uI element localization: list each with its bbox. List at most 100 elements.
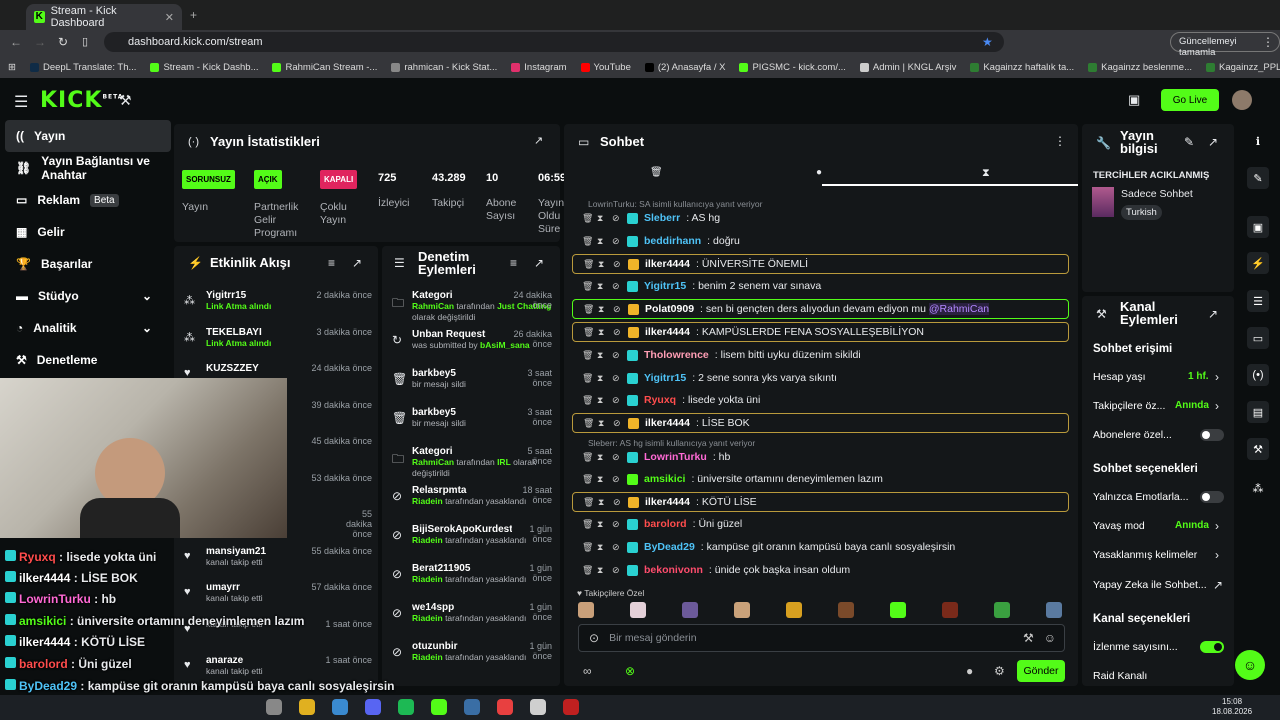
list-icon[interactable]: ☰ bbox=[1247, 290, 1269, 312]
filter-icon[interactable]: ≡ bbox=[328, 256, 335, 270]
avatar[interactable] bbox=[1232, 90, 1252, 110]
ai-chat-label[interactable]: Yapay Zeka ile Sohbet... bbox=[1093, 579, 1207, 591]
delete-icon[interactable]: 🗑 bbox=[582, 542, 593, 552]
emote-icon[interactable] bbox=[734, 602, 750, 618]
taskbar-app-icon[interactable] bbox=[398, 699, 414, 715]
popout-icon[interactable]: ↗ bbox=[1208, 135, 1218, 149]
taskbar-app-icon[interactable] bbox=[365, 699, 381, 715]
edit-icon[interactable]: ✎ bbox=[1184, 135, 1194, 149]
taskbar-app-icon[interactable] bbox=[530, 699, 546, 715]
sidebar-item[interactable]: 🏆 Başarılar bbox=[0, 248, 166, 280]
timeout-icon[interactable]: ⧗ bbox=[597, 281, 606, 291]
storage-icon[interactable]: ▤ bbox=[1247, 401, 1269, 423]
account-age-label[interactable]: Hesap yaşı bbox=[1093, 371, 1146, 383]
ban-icon[interactable]: ⊘ bbox=[612, 281, 621, 291]
bookmark-item[interactable]: (2) Anasayfa / X bbox=[644, 62, 725, 73]
mod-item-title[interactable]: barkbey5 bbox=[412, 368, 512, 379]
chat-icon[interactable]: ▭ bbox=[1247, 327, 1269, 349]
ban-icon[interactable]: ⊘ bbox=[613, 497, 622, 507]
filter-icon[interactable]: ≡ bbox=[510, 256, 517, 270]
menu-icon[interactable]: ⋮ bbox=[1262, 35, 1274, 49]
viewer-count-toggle[interactable] bbox=[1200, 641, 1224, 653]
ban-icon[interactable]: ⊘ bbox=[612, 350, 621, 360]
delete-icon[interactable]: 🗑 bbox=[582, 395, 593, 405]
slow-mode-value[interactable]: Anında bbox=[1175, 520, 1209, 531]
delete-icon[interactable]: 🗑 bbox=[582, 452, 593, 462]
taskbar-app-icon[interactable] bbox=[266, 699, 282, 715]
trash-tab-icon[interactable]: 🗑 bbox=[650, 167, 663, 178]
mod-item-title[interactable]: Unban Request bbox=[412, 329, 512, 340]
ban-icon[interactable]: ⊘ bbox=[612, 452, 621, 462]
chat-username[interactable]: bekonivonn bbox=[644, 564, 703, 576]
mention[interactable]: @RahmiCan bbox=[928, 303, 990, 315]
sidebar-item[interactable]: ⚒ Denetleme bbox=[0, 344, 166, 376]
timeout-icon[interactable]: ⧗ bbox=[598, 304, 607, 314]
lightning-icon[interactable]: ⚡ bbox=[1247, 252, 1269, 274]
delete-icon[interactable]: 🗑 bbox=[582, 213, 593, 223]
popout-icon[interactable]: ↗ bbox=[1208, 307, 1218, 321]
url-input[interactable]: dashboard.kick.com/stream bbox=[104, 32, 1004, 52]
ban-icon[interactable]: ⊘ bbox=[612, 373, 621, 383]
chat-username[interactable]: Yigitrr15 bbox=[644, 280, 686, 292]
sidebar-item[interactable]: ▭ Reklam Beta bbox=[0, 184, 166, 216]
ban-icon[interactable]: ⊘ bbox=[612, 542, 621, 552]
chat-username[interactable]: Tholowrence bbox=[644, 349, 709, 361]
people-icon[interactable]: ⁂ bbox=[1247, 477, 1269, 499]
timeout-icon[interactable]: ⧗ bbox=[598, 418, 607, 428]
sidebar-item[interactable]: ⛓ Yayın Bağlantısı ve Anahtar bbox=[0, 152, 166, 184]
chevron-right-icon[interactable]: › bbox=[1215, 548, 1219, 562]
delete-icon[interactable]: 🗑 bbox=[582, 350, 593, 360]
raid-channel-label[interactable]: Raid Kanalı bbox=[1093, 670, 1147, 682]
chat-username[interactable]: ilker4444 bbox=[645, 417, 690, 429]
chat-menu-icon[interactable]: ⋮ bbox=[1054, 134, 1066, 148]
chevron-down-icon[interactable]: ⌄ bbox=[142, 289, 152, 303]
popout-icon[interactable]: ↗ bbox=[534, 134, 543, 147]
timeout-icon[interactable]: ⧗ bbox=[597, 542, 606, 552]
settings-icon[interactable]: ⚒ bbox=[1023, 631, 1034, 645]
sidebar-item[interactable]: ▦ Gelir bbox=[0, 216, 166, 248]
sidebar-item[interactable]: ◔ Analitik ⌄ bbox=[0, 312, 166, 344]
bookmark-item[interactable]: DeepL Translate: Th... bbox=[29, 62, 136, 73]
slow-mode-label[interactable]: Yavaş mod bbox=[1093, 520, 1145, 532]
timeout-icon[interactable]: ⧗ bbox=[597, 452, 606, 462]
bookmark-item[interactable]: Kagainzz beslenme... bbox=[1088, 62, 1192, 73]
timeout-icon[interactable]: ⧗ bbox=[598, 259, 607, 269]
bookmark-item[interactable]: Kagainzz_PPLXUL -... bbox=[1206, 62, 1280, 73]
timeout-icon[interactable]: ⧗ bbox=[597, 350, 606, 360]
bookmark-item[interactable]: Admin | KNGL Arşiv bbox=[859, 62, 956, 73]
chat-username[interactable]: barolord bbox=[644, 518, 687, 530]
sidebar-item[interactable]: ▬ Stüdyo ⌄ bbox=[0, 280, 166, 312]
mod-item-title[interactable]: Berat211905 bbox=[412, 563, 512, 574]
emote-icon[interactable] bbox=[578, 602, 594, 618]
timeout-tab-icon[interactable]: ⧗ bbox=[982, 167, 990, 180]
taskbar-app-icon[interactable] bbox=[299, 699, 315, 715]
chat-username[interactable]: LowrinTurku bbox=[644, 451, 707, 463]
mod-item-title[interactable]: we14spp bbox=[412, 602, 512, 613]
chat-username[interactable]: amsikici bbox=[644, 473, 685, 485]
chat-username[interactable]: Polat0909 bbox=[645, 303, 694, 315]
delete-icon[interactable]: 🗑 bbox=[583, 304, 594, 314]
ban-icon[interactable]: ⊘ bbox=[613, 327, 622, 337]
chat-username[interactable]: beddirhann bbox=[644, 235, 701, 247]
timeout-icon[interactable]: ⧗ bbox=[597, 236, 606, 246]
ban-icon[interactable]: ⊘ bbox=[613, 259, 622, 269]
ban-icon[interactable]: ⊘ bbox=[612, 474, 621, 484]
mod-item-title[interactable]: BijiSerokApoKurdestan21 bbox=[412, 524, 512, 535]
delete-icon[interactable]: 🗑 bbox=[582, 373, 593, 383]
timeout-icon[interactable]: ⧗ bbox=[597, 213, 606, 223]
ban-icon[interactable]: ⊘ bbox=[612, 395, 621, 405]
emote-icon[interactable] bbox=[786, 602, 802, 618]
emote-icon[interactable] bbox=[1046, 602, 1062, 618]
bookmark-star-icon[interactable]: ★ bbox=[982, 35, 993, 49]
ban-icon[interactable]: ⊘ bbox=[612, 565, 621, 575]
chat-username[interactable]: Ryuxq bbox=[644, 394, 676, 406]
mod-item-title[interactable]: barkbey5 bbox=[412, 407, 512, 418]
chat-settings-icon[interactable]: ⚙ bbox=[994, 664, 1005, 678]
back-icon[interactable]: ← bbox=[10, 35, 22, 49]
browser-tab[interactable]: K Stream - Kick Dashboard ✕ bbox=[26, 4, 182, 30]
followers-only-label[interactable]: Takipçilere öz... bbox=[1093, 400, 1165, 412]
delete-icon[interactable]: 🗑 bbox=[582, 281, 593, 291]
bookmark-item[interactable]: PIGSMC - kick.com/... bbox=[739, 62, 846, 73]
emote-icon[interactable] bbox=[682, 602, 698, 618]
subs-only-toggle[interactable] bbox=[1200, 429, 1224, 441]
